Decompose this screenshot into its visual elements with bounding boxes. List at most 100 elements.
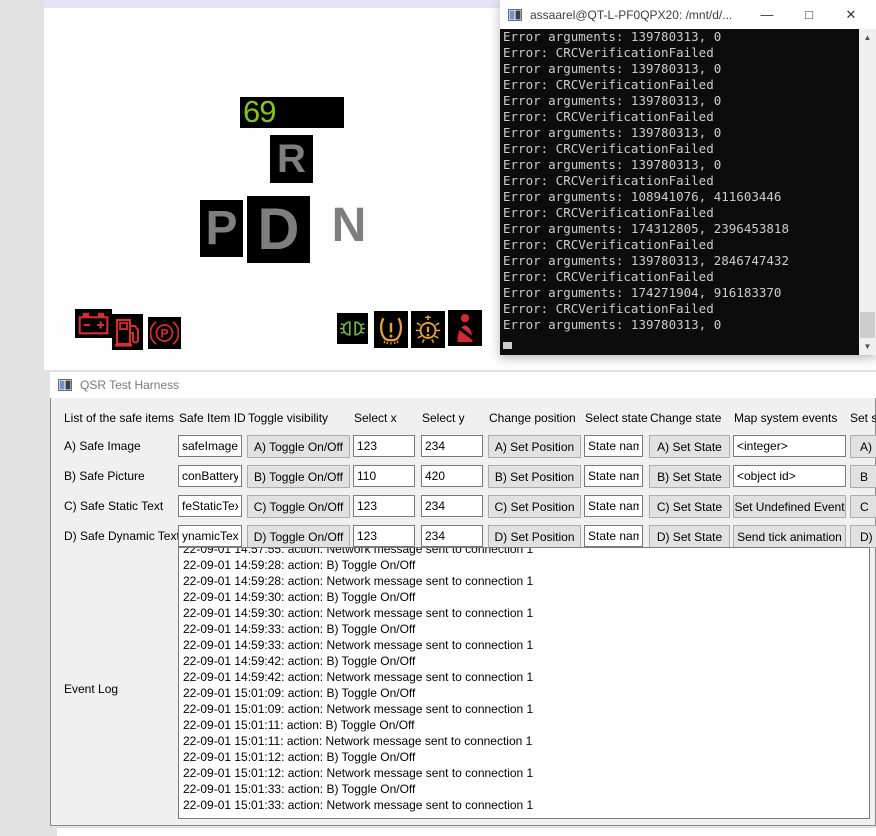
terminal-title: assaarel@QT-L-PF0QPX20: /mnt/d/...	[530, 8, 740, 22]
set-system-event-button[interactable]: D) S	[850, 525, 876, 548]
terminal-line: Error arguments: 139780313, 0	[500, 61, 859, 77]
terminal-line: Error: CRCVerificationFailed	[500, 173, 859, 189]
safe-item-label: C) Safe Static Text	[64, 499, 174, 513]
select-y-input[interactable]	[421, 525, 483, 547]
set-state-button[interactable]: D) Set State	[649, 525, 730, 548]
terminal-line: Error arguments: 174271904, 916183370	[500, 285, 859, 301]
terminal-line: Error: CRCVerificationFailed	[500, 45, 859, 61]
log-line: 22-09-01 14:59:30: action: Network messa…	[183, 605, 533, 621]
log-line: 22-09-01 14:59:33: action: B) Toggle On/…	[183, 621, 415, 637]
safe-item-label: B) Safe Picture	[64, 469, 174, 483]
log-line: 22-09-01 15:01:09: action: B) Toggle On/…	[183, 685, 415, 701]
terminal-line: Error arguments: 139780313, 0	[500, 93, 859, 109]
set-position-button[interactable]: B) Set Position	[488, 465, 581, 488]
select-state-input[interactable]	[584, 435, 643, 457]
gear-indicator-park: P	[200, 200, 243, 257]
select-state-input[interactable]	[584, 465, 643, 487]
scrollbar-thumb[interactable]	[860, 312, 875, 338]
select-state-input[interactable]	[584, 525, 643, 547]
log-line: 22-09-01 14:59:28: action: B) Toggle On/…	[183, 557, 415, 573]
scroll-up-icon[interactable]: ▲	[859, 29, 876, 46]
safe-item-id-input[interactable]	[178, 525, 242, 547]
log-line: 22-09-01 14:59:30: action: B) Toggle On/…	[183, 589, 415, 605]
map-system-event-input[interactable]	[733, 465, 846, 487]
column-header: Select state	[585, 411, 648, 425]
safe-item-id-input[interactable]	[178, 465, 242, 487]
seatbelt-reminder-icon	[448, 310, 482, 346]
set-position-button[interactable]: D) Set Position	[488, 525, 581, 548]
event-log-label: Event Log	[64, 682, 118, 696]
log-line: 22-09-01 15:01:12: action: B) Toggle On/…	[183, 749, 415, 765]
select-x-input[interactable]	[353, 495, 415, 517]
terminal-line: Error arguments: 108941076, 411603446	[500, 189, 859, 205]
toggle-visibility-button[interactable]: D) Toggle On/Off	[247, 525, 350, 548]
minimize-icon[interactable]: —	[745, 0, 789, 29]
column-header: Map system events	[734, 411, 837, 425]
toggle-visibility-button[interactable]: C) Toggle On/Off	[247, 495, 350, 518]
terminal-line: Error: CRCVerificationFailed	[500, 205, 859, 221]
column-header: List of the safe items	[64, 411, 174, 425]
select-y-input[interactable]	[421, 495, 483, 517]
gear-letter: D	[258, 196, 300, 263]
terminal-line: Error arguments: 139780313, 2846747432	[500, 253, 859, 269]
gear-letter: N	[332, 199, 367, 252]
select-x-input[interactable]	[353, 435, 415, 457]
position-lamps-icon	[337, 313, 368, 344]
safe-item-id-input[interactable]	[178, 495, 242, 517]
battery-warning-icon	[75, 309, 112, 338]
set-system-event-button[interactable]: A)	[850, 435, 876, 458]
set-position-button[interactable]: C) Set Position	[488, 495, 581, 518]
terminal-line: Error: CRCVerificationFailed	[500, 269, 859, 285]
terminal-line: Error arguments: 174312805, 2396453818	[500, 221, 859, 237]
log-line: 22-09-01 14:59:33: action: Network messa…	[183, 637, 533, 653]
toggle-visibility-button[interactable]: A) Toggle On/Off	[247, 435, 350, 458]
gear-letter: P	[205, 201, 237, 256]
maximize-icon[interactable]: □	[787, 0, 831, 29]
qsr-titlebar[interactable]: QSR Test Harness	[50, 372, 876, 398]
terminal-scrollbar[interactable]: ▲ ▼	[859, 29, 876, 355]
map-system-event-button[interactable]: Set Undefined Event	[733, 495, 846, 518]
terminal-line: Error: CRCVerificationFailed	[500, 237, 859, 253]
select-y-input[interactable]	[421, 435, 483, 457]
svg-text:P: P	[160, 327, 168, 341]
select-x-input[interactable]	[353, 525, 415, 547]
set-state-button[interactable]: A) Set State	[649, 435, 730, 458]
terminal-cursor	[503, 342, 512, 349]
safe-item-id-input[interactable]	[178, 435, 242, 457]
column-header: Toggle visibility	[248, 411, 328, 425]
map-system-event-input[interactable]	[733, 435, 846, 457]
safe-item-label: A) Safe Image	[64, 439, 174, 453]
log-line: 22-09-01 15:01:33: action: Network messa…	[183, 797, 533, 813]
set-system-event-button[interactable]: B	[850, 465, 876, 488]
column-header: Safe Item ID	[179, 411, 246, 425]
qsr-window-title: QSR Test Harness	[80, 378, 179, 392]
map-system-event-button[interactable]: Send tick animation	[733, 525, 846, 548]
log-line: 22-09-01 15:01:09: action: Network messa…	[183, 701, 533, 717]
gear-indicator-neutral: N	[328, 198, 370, 254]
speed-display: 69	[240, 97, 344, 128]
column-header: Set s	[850, 411, 876, 425]
terminal-output: Error arguments: 139780313, 0Error: CRCV…	[500, 29, 859, 355]
set-state-button[interactable]: B) Set State	[649, 465, 730, 488]
select-state-input[interactable]	[584, 495, 643, 517]
column-header: Select x	[354, 411, 397, 425]
log-line: 22-09-01 15:01:11: action: Network messa…	[183, 733, 532, 749]
terminal-app-icon	[508, 9, 522, 21]
log-line: 22-09-01 14:59:28: action: Network messa…	[183, 573, 533, 589]
select-x-input[interactable]	[353, 465, 415, 487]
toggle-visibility-button[interactable]: B) Toggle On/Off	[247, 465, 350, 488]
set-position-button[interactable]: A) Set Position	[488, 435, 581, 458]
close-icon[interactable]: ✕	[829, 0, 873, 29]
qsr-app-icon	[58, 379, 72, 391]
terminal-line: Error: CRCVerificationFailed	[500, 109, 859, 125]
event-log-list[interactable]: 22-09-01 14:57:55: action: Network messa…	[178, 547, 870, 819]
gear-indicator-drive: D	[247, 196, 310, 263]
scroll-down-icon[interactable]: ▼	[859, 338, 876, 355]
terminal-line: Error: CRCVerificationFailed	[500, 141, 859, 157]
set-state-button[interactable]: C) Set State	[649, 495, 730, 518]
select-y-input[interactable]	[421, 465, 483, 487]
column-header: Change position	[489, 411, 576, 425]
log-line: 22-09-01 15:01:11: action: B) Toggle On/…	[183, 717, 415, 733]
set-system-event-button[interactable]: C	[850, 495, 876, 518]
gear-letter: R	[277, 137, 306, 182]
